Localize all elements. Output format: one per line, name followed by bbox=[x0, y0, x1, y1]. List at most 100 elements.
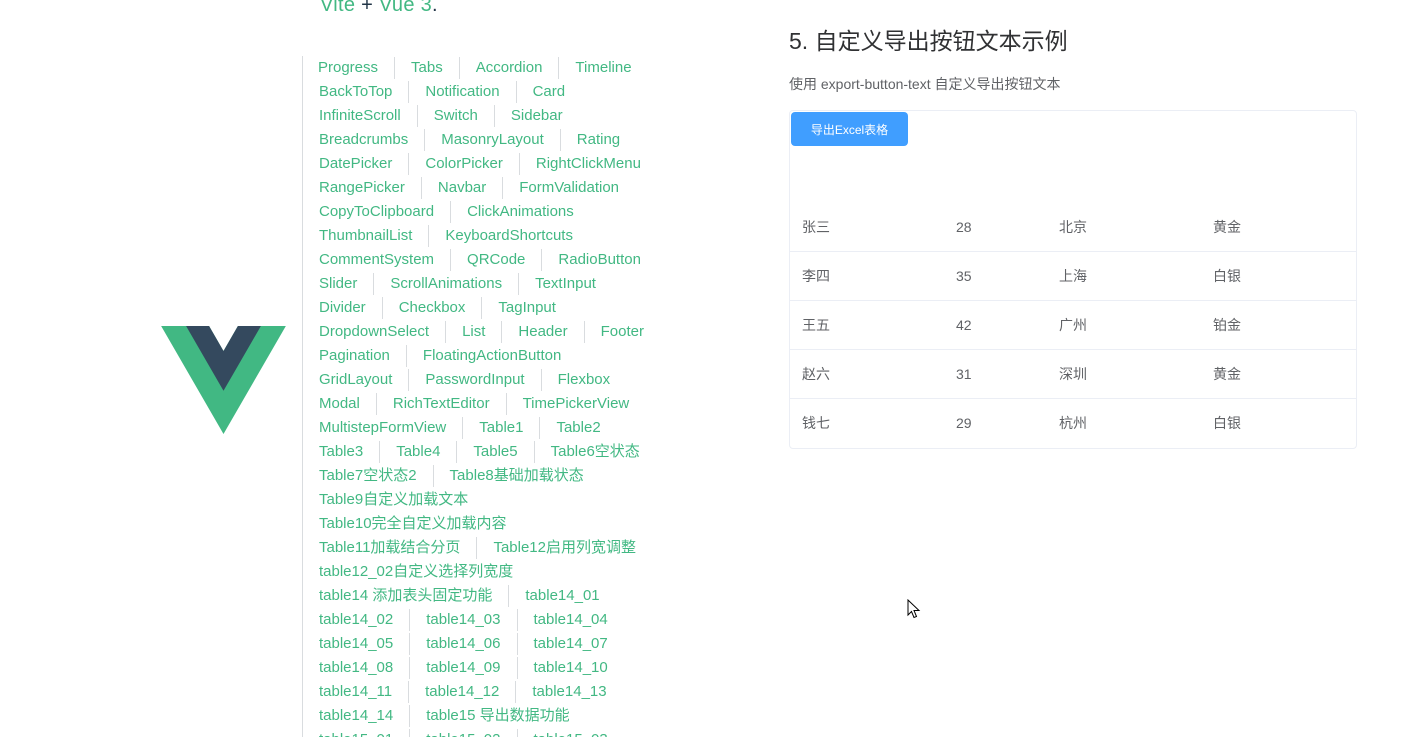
nav-link-timeline[interactable]: Timeline bbox=[558, 57, 647, 79]
level-cell: 铂金 bbox=[1213, 317, 1241, 333]
export-excel-button[interactable]: 导出Excel表格 bbox=[791, 112, 908, 146]
nav-link-passwordinput[interactable]: PasswordInput bbox=[408, 369, 540, 391]
nav-link-table15-02[interactable]: table15_02 bbox=[409, 729, 516, 737]
nav-row: table14_14 table15 导出数据功能 bbox=[303, 704, 743, 728]
nav-link-backtotop[interactable]: BackToTop bbox=[303, 81, 408, 103]
nav-link-copytoclipboard[interactable]: CopyToClipboard bbox=[303, 201, 450, 223]
nav-link-table11[interactable]: Table11加载结合分页 bbox=[303, 537, 476, 559]
nav-link-table15[interactable]: table15 导出数据功能 bbox=[409, 705, 585, 727]
nav-link-tabs[interactable]: Tabs bbox=[394, 57, 459, 79]
nav-link-table14-08[interactable]: table14_08 bbox=[303, 657, 409, 679]
nav-link-table15-01[interactable]: table15_01 bbox=[303, 729, 409, 737]
nav-link-table14-07[interactable]: table14_07 bbox=[516, 633, 624, 655]
section-description: 使用 export-button-text 自定义导出按钮文本 bbox=[789, 76, 1061, 92]
nav-link-table14-04[interactable]: table14_04 bbox=[516, 609, 624, 631]
nav-row: CopyToClipboard ClickAnimations bbox=[303, 200, 743, 224]
table-body: 张三 28 北京 黄金 李四 35 上海 白银 王五 42 广州 铂金 赵六 31 深圳 黄金 钱七 29 杭州 白银 bbox=[790, 203, 1356, 447]
nav-link-table6[interactable]: Table6空状态 bbox=[533, 441, 656, 463]
name-cell: 王五 bbox=[802, 317, 830, 333]
nav-link-colorpicker[interactable]: ColorPicker bbox=[408, 153, 519, 175]
nav-link-table8[interactable]: Table8基础加载状态 bbox=[432, 465, 600, 487]
nav-link-divider[interactable]: Divider bbox=[303, 297, 382, 319]
nav-row: Table7空状态2 Table8基础加载状态 bbox=[303, 464, 743, 488]
table-row: 张三 28 北京 黄金 bbox=[790, 203, 1356, 252]
nav-link-table14-03[interactable]: table14_03 bbox=[409, 609, 516, 631]
nav-link-timepickerview[interactable]: TimePickerView bbox=[505, 393, 646, 415]
nav-link-keyboardshortcuts[interactable]: KeyboardShortcuts bbox=[428, 225, 589, 247]
nav-link-clickanimations[interactable]: ClickAnimations bbox=[450, 201, 590, 223]
nav-link-formvalidation[interactable]: FormValidation bbox=[502, 177, 635, 199]
nav-link-datepicker[interactable]: DatePicker bbox=[303, 153, 408, 175]
nav-link-multistepformview[interactable]: MultistepFormView bbox=[303, 417, 462, 439]
nav-link-table14[interactable]: table14 添加表头固定功能 bbox=[303, 585, 508, 607]
nav-link-infinitescroll[interactable]: InfiniteScroll bbox=[303, 105, 417, 127]
nav-link-table12[interactable]: Table12启用列宽调整 bbox=[476, 537, 652, 559]
nav-link-richtexteditor[interactable]: RichTextEditor bbox=[375, 393, 506, 415]
nav-link-card[interactable]: Card bbox=[515, 81, 582, 103]
nav-row: RangePicker Navbar FormValidation bbox=[303, 176, 743, 200]
nav-link-checkbox[interactable]: Checkbox bbox=[381, 297, 482, 319]
nav-link-table14-09[interactable]: table14_09 bbox=[409, 657, 516, 679]
nav-link-table12-02[interactable]: table12_02自定义选择列宽度 bbox=[303, 561, 529, 583]
nav-link-table14-12[interactable]: table14_12 bbox=[408, 681, 515, 703]
nav-link-footer[interactable]: Footer bbox=[583, 321, 660, 343]
nav-link-table14-05[interactable]: table14_05 bbox=[303, 633, 409, 655]
nav-link-sidebar[interactable]: Sidebar bbox=[493, 105, 579, 127]
nav-link-table14-01[interactable]: table14_01 bbox=[508, 585, 615, 607]
nav-row: table14_02 table14_03 table14_04 bbox=[303, 608, 743, 632]
nav-link-thumbnaillist[interactable]: ThumbnailList bbox=[303, 225, 428, 247]
nav-link-qrcode[interactable]: QRCode bbox=[450, 249, 541, 271]
nav-link-table10[interactable]: Table10完全自定义加载内容 bbox=[303, 513, 523, 535]
nav-link-radiobutton[interactable]: RadioButton bbox=[541, 249, 657, 271]
nav-link-switch[interactable]: Switch bbox=[416, 105, 494, 127]
nav-link-table15-03[interactable]: table15_03 bbox=[516, 729, 624, 737]
hero-vue: Vue 3 bbox=[379, 0, 433, 16]
nav-link-table5[interactable]: Table5 bbox=[456, 441, 533, 463]
nav-link-progress[interactable]: Progress bbox=[303, 57, 394, 79]
hero-dot: . bbox=[432, 0, 438, 16]
nav-link-table14-14[interactable]: table14_14 bbox=[303, 705, 409, 727]
nav-row: table14_08 table14_09 table14_10 bbox=[303, 656, 743, 680]
nav-link-table2[interactable]: Table2 bbox=[539, 417, 616, 439]
city-cell: 广州 bbox=[1059, 317, 1087, 333]
nav-link-table9[interactable]: Table9自定义加载文本 bbox=[303, 489, 484, 511]
nav-link-table3[interactable]: Table3 bbox=[303, 441, 379, 463]
nav-link-commentsystem[interactable]: CommentSystem bbox=[303, 249, 450, 271]
nav-link-rating[interactable]: Rating bbox=[559, 129, 636, 151]
nav-link-flexbox[interactable]: Flexbox bbox=[540, 369, 627, 391]
nav-link-table4[interactable]: Table4 bbox=[379, 441, 456, 463]
nav-link-gridlayout[interactable]: GridLayout bbox=[303, 369, 408, 391]
nav-link-taginput[interactable]: TagInput bbox=[481, 297, 572, 319]
nav-link-dropdownselect[interactable]: DropdownSelect bbox=[303, 321, 445, 343]
nav-link-rightclickmenu[interactable]: RightClickMenu bbox=[518, 153, 657, 175]
nav-link-list[interactable]: List bbox=[445, 321, 501, 343]
nav-link-header[interactable]: Header bbox=[501, 321, 583, 343]
nav-link-breadcrumbs[interactable]: Breadcrumbs bbox=[303, 129, 424, 151]
nav-link-table14-13[interactable]: table14_13 bbox=[515, 681, 622, 703]
nav-link-modal[interactable]: Modal bbox=[303, 393, 376, 415]
city-cell: 北京 bbox=[1059, 219, 1087, 235]
nav-link-table14-10[interactable]: table14_10 bbox=[516, 657, 624, 679]
nav-row: Table9自定义加载文本 bbox=[303, 488, 743, 512]
nav-link-rangepicker[interactable]: RangePicker bbox=[303, 177, 421, 199]
nav-link-table14-11[interactable]: table14_11 bbox=[303, 681, 408, 703]
table-row: 王五 42 广州 铂金 bbox=[790, 301, 1356, 350]
vue-logo-icon bbox=[161, 326, 286, 434]
nav-row: Divider Checkbox TagInput bbox=[303, 296, 743, 320]
nav-link-table14-02[interactable]: table14_02 bbox=[303, 609, 409, 631]
nav-row: Progress Tabs Accordion Timeline bbox=[303, 56, 743, 80]
nav-link-masonrylayout[interactable]: MasonryLayout bbox=[424, 129, 560, 151]
nav-link-table7-2[interactable]: Table7空状态2 bbox=[303, 465, 433, 487]
nav-link-navbar[interactable]: Navbar bbox=[420, 177, 502, 199]
nav-link-accordion[interactable]: Accordion bbox=[458, 57, 559, 79]
nav-link-textinput[interactable]: TextInput bbox=[518, 273, 612, 295]
hero-vite: Vite bbox=[320, 0, 356, 16]
nav-link-table14-06[interactable]: table14_06 bbox=[409, 633, 516, 655]
nav-link-notification[interactable]: Notification bbox=[408, 81, 515, 103]
nav-row: DatePicker ColorPicker RightClickMenu bbox=[303, 152, 743, 176]
nav-link-slider[interactable]: Slider bbox=[303, 273, 373, 295]
nav-link-floatingactionbutton[interactable]: FloatingActionButton bbox=[405, 345, 577, 367]
nav-link-table1[interactable]: Table1 bbox=[462, 417, 539, 439]
nav-link-scrollanimations[interactable]: ScrollAnimations bbox=[373, 273, 518, 295]
nav-link-pagination[interactable]: Pagination bbox=[303, 345, 406, 367]
